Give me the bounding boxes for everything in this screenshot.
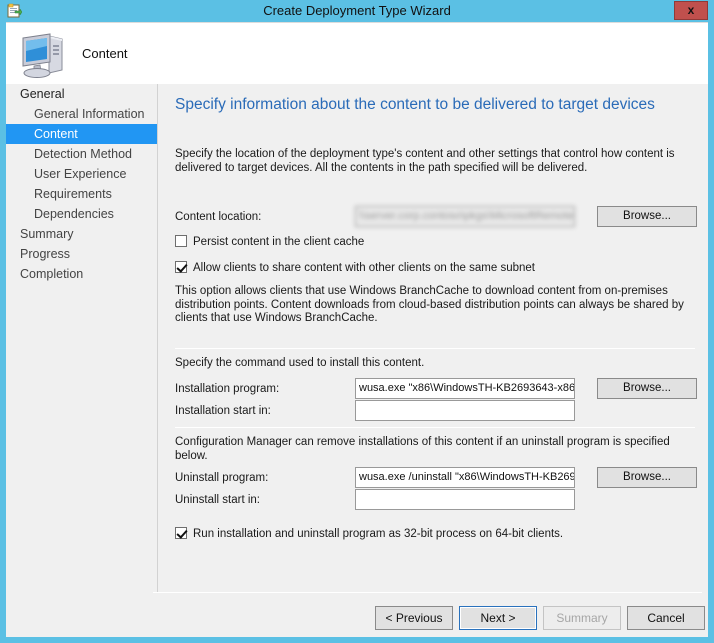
wizard-body: General General Information Content Dete… xyxy=(6,84,708,637)
installation-start-in-label: Installation start in: xyxy=(175,405,271,417)
installation-start-in-input[interactable] xyxy=(355,400,575,421)
branchcache-note: This option allows clients that use Wind… xyxy=(175,285,684,324)
wizard-steps-sidebar: General General Information Content Dete… xyxy=(6,84,158,637)
close-icon[interactable]: x xyxy=(674,1,708,20)
cancel-button[interactable]: Cancel xyxy=(627,606,705,630)
panel-heading: Specify information about the content to… xyxy=(175,96,655,113)
wizard-header: Content xyxy=(6,22,708,84)
installation-program-label: Installation program: xyxy=(175,383,280,395)
content-location-label: Content location: xyxy=(175,211,262,223)
sidebar-item-dependencies[interactable]: Dependencies xyxy=(6,204,157,224)
window-title: Create Deployment Type Wizard xyxy=(263,3,451,18)
persist-content-checkbox[interactable] xyxy=(175,235,187,247)
divider-install xyxy=(175,348,695,349)
run-32bit-label: Run installation and uninstall program a… xyxy=(193,528,564,540)
share-content-checkbox-row[interactable]: Allow clients to share content with othe… xyxy=(175,261,535,274)
sidebar-item-content[interactable]: Content xyxy=(6,124,157,144)
sidebar-item-user-experience[interactable]: User Experience xyxy=(6,164,157,184)
share-content-label: Allow clients to share content with othe… xyxy=(193,262,535,274)
next-button[interactable]: Next > xyxy=(459,606,537,630)
uninstall-program-label: Uninstall program: xyxy=(175,472,269,484)
uninstall-start-in-label: Uninstall start in: xyxy=(175,494,261,506)
wizard-main-panel: Specify information about the content to… xyxy=(159,84,708,637)
wizard-footer: < Previous Next > Summary Cancel xyxy=(153,593,705,637)
sidebar-item-general[interactable]: General xyxy=(6,84,157,104)
title-bar: Create Deployment Type Wizard x xyxy=(0,0,714,22)
sidebar-item-progress[interactable]: Progress xyxy=(6,244,157,264)
content-location-input[interactable]: \\server.corp.contoso\pkgs\MicrosoftRemo… xyxy=(355,206,575,227)
previous-button[interactable]: < Previous xyxy=(375,606,453,630)
sidebar-item-summary[interactable]: Summary xyxy=(6,224,157,244)
wizard-window: Create Deployment Type Wizard x Content … xyxy=(0,0,714,643)
divider-uninstall xyxy=(175,427,695,428)
computer-icon xyxy=(18,28,72,80)
share-content-checkbox[interactable] xyxy=(175,261,187,273)
panel-intro-text: Specify the location of the deployment t… xyxy=(175,148,675,174)
content-location-browse-button[interactable]: Browse... xyxy=(597,206,697,227)
persist-content-checkbox-row[interactable]: Persist content in the client cache xyxy=(175,235,364,248)
page-title: Content xyxy=(82,46,128,61)
install-section-note: Specify the command used to install this… xyxy=(175,357,425,369)
uninstall-start-in-input[interactable] xyxy=(355,489,575,510)
sidebar-item-requirements[interactable]: Requirements xyxy=(6,184,157,204)
installation-program-browse-button[interactable]: Browse... xyxy=(597,378,697,399)
summary-button: Summary xyxy=(543,606,621,630)
sidebar-item-detection-method[interactable]: Detection Method xyxy=(6,144,157,164)
uninstall-section-note: Configuration Manager can remove install… xyxy=(175,436,670,462)
persist-content-label: Persist content in the client cache xyxy=(193,236,365,248)
uninstall-program-browse-button[interactable]: Browse... xyxy=(597,467,697,488)
run-32bit-checkbox-row[interactable]: Run installation and uninstall program a… xyxy=(175,527,563,540)
sidebar-item-general-information[interactable]: General Information xyxy=(6,104,157,124)
sidebar-item-completion[interactable]: Completion xyxy=(6,264,157,284)
run-32bit-checkbox[interactable] xyxy=(175,527,187,539)
uninstall-program-input[interactable]: wusa.exe /uninstall "x86\WindowsTH-KB269… xyxy=(355,467,575,488)
installation-program-input[interactable]: wusa.exe "x86\WindowsTH-KB2693643-x86.ms… xyxy=(355,378,575,399)
